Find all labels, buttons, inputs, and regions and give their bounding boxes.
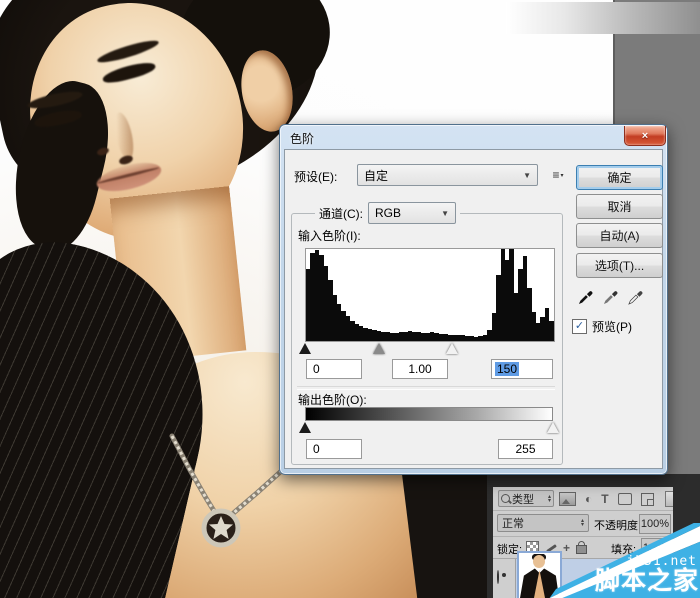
input-shadow-field[interactable]: 0 <box>306 359 362 379</box>
dialog-content: 预设(E): 自定 ▼ ≡ ▾ 确定 取消 自动(A) 选项(T)... ✓ 预… <box>284 149 663 469</box>
watermark-name-text: 脚本之家 <box>594 566 699 595</box>
filter-smart-object-icon[interactable] <box>640 492 654 506</box>
output-shadow-value: 0 <box>313 442 320 456</box>
filter-pixel-layers-icon[interactable] <box>559 492 576 506</box>
close-button[interactable]: × <box>624 126 666 146</box>
output-slider-track <box>299 422 559 434</box>
output-gradient-bar <box>305 407 553 421</box>
output-highlight-value: 255 <box>515 442 536 456</box>
input-gamma-value: 1.00 <box>408 362 432 376</box>
output-highlight-field[interactable]: 255 <box>498 439 553 459</box>
preset-select[interactable]: 自定 ▼ <box>357 164 538 186</box>
combo-arrows-icon: ▴ ▾ <box>547 493 551 504</box>
output-highlight-slider[interactable] <box>547 422 559 433</box>
output-shadow-slider[interactable] <box>299 422 311 433</box>
dialog-title: 色阶 <box>290 132 315 146</box>
auto-button[interactable]: 自动(A) <box>576 223 663 248</box>
section-divider <box>297 386 555 390</box>
visibility-gutter <box>493 559 516 598</box>
search-icon <box>501 494 510 503</box>
dropdown-arrow-icon: ▼ <box>441 208 449 218</box>
layer-filter-type-combo[interactable]: 类型 ▴ ▾ <box>498 490 554 507</box>
input-shadow-value: 0 <box>313 362 320 376</box>
eyedropper-group <box>578 288 643 305</box>
input-highlight-value: 150 <box>495 362 520 376</box>
channel-row: 通道(C): RGB ▼ <box>315 202 460 224</box>
dropdown-arrow-icon: ▾ <box>560 172 564 179</box>
channel-label: 通道(C): <box>319 206 363 221</box>
output-levels-label: 输出色阶(O): <box>298 393 367 407</box>
preset-value: 自定 <box>364 168 389 183</box>
check-icon: ✓ <box>574 320 585 332</box>
layer-visibility-eye-icon[interactable] <box>497 570 499 584</box>
menu-lines-icon: ≡ <box>552 168 560 182</box>
close-icon: × <box>641 129 649 142</box>
options-button[interactable]: 选项(T)... <box>576 253 663 278</box>
black-point-eyedropper-icon[interactable] <box>578 288 593 305</box>
channel-select[interactable]: RGB ▼ <box>368 202 456 224</box>
filter-adjustment-layers-icon[interactable]: ◐ <box>585 493 592 505</box>
preview-label: 预览(P) <box>592 320 632 334</box>
input-highlight-field[interactable]: 150 <box>491 359 553 379</box>
watermark: jb51.net 脚本之家 <box>540 523 700 598</box>
levels-dialog: 色阶 × 预设(E): 自定 ▼ ≡ ▾ 确定 取消 自动(A) 选项(T)..… <box>279 124 668 475</box>
histogram <box>305 248 555 342</box>
channel-value: RGB <box>375 206 402 220</box>
input-gamma-slider[interactable] <box>372 343 385 354</box>
input-slider-track <box>299 343 555 355</box>
screenshot-root: 类型 ▴ ▾ ◐ T 正常 ▴ ▾ 不透明度: 100% 锁定: + 填充: 色… <box>0 0 700 598</box>
input-levels-label: 输入色阶(I): <box>298 229 361 243</box>
layer-filter-bar: 类型 ▴ ▾ ◐ T <box>493 487 673 511</box>
filter-shape-layers-icon[interactable] <box>617 493 632 505</box>
white-point-eyedropper-icon[interactable] <box>628 288 643 305</box>
filter-toggle-icon[interactable] <box>664 491 673 507</box>
preview-row: ✓ 预览(P) <box>572 318 632 335</box>
output-shadow-field[interactable]: 0 <box>306 439 362 459</box>
input-gamma-field[interactable]: 1.00 <box>392 359 448 379</box>
filter-type-label: 类型 <box>512 493 534 506</box>
preview-checkbox[interactable]: ✓ <box>572 319 587 334</box>
ok-button[interactable]: 确定 <box>576 165 663 190</box>
gray-point-eyedropper-icon[interactable] <box>603 288 618 305</box>
dropdown-arrow-icon: ▼ <box>523 170 531 180</box>
input-highlight-slider[interactable] <box>446 343 459 354</box>
filter-type-layers-icon[interactable]: T <box>601 493 608 505</box>
preset-options-button[interactable]: ≡ ▾ <box>547 166 569 184</box>
top-gradient-band <box>506 2 700 34</box>
preset-label: 预设(E): <box>294 170 338 184</box>
cancel-button[interactable]: 取消 <box>576 194 663 219</box>
blend-mode-value: 正常 <box>502 518 524 530</box>
input-shadow-slider[interactable] <box>299 343 311 354</box>
